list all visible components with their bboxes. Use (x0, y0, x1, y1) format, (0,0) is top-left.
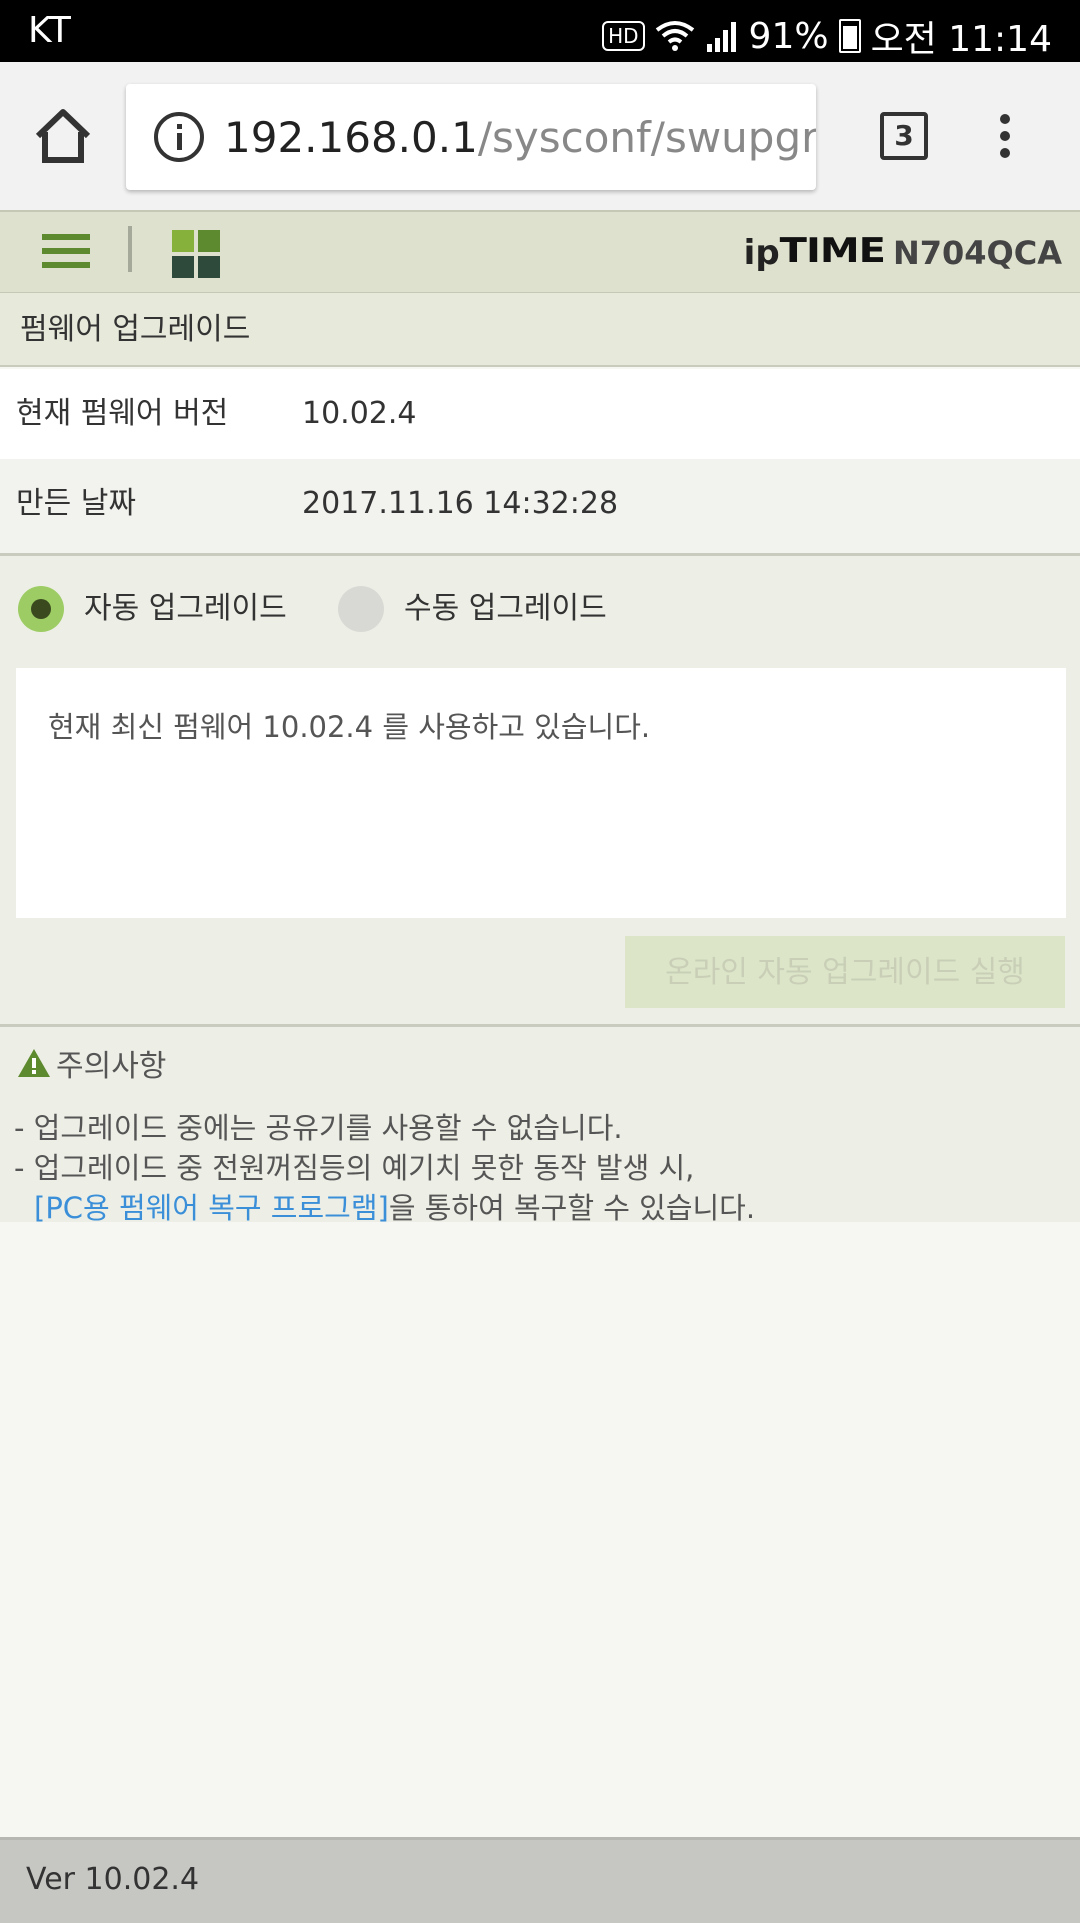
header-divider (128, 226, 132, 272)
battery-percent: 91% (748, 15, 829, 57)
more-menu-icon[interactable] (995, 114, 1015, 164)
footer: Ver 10.02.4 (0, 1837, 1080, 1923)
footer-version: Ver 10.02.4 (26, 1862, 200, 1897)
iptime-logo: ip TIME N704QCA (744, 228, 1062, 274)
status-bar: KT HD 91% 오전 11:14 (0, 0, 1080, 62)
caution-notes: 주의사항 - 업그레이드 중에는 공유기를 사용할 수 없습니다. - 업그레이… (0, 1027, 1080, 1225)
firmware-version-row: 현재 펌웨어 버전 10.02.4 (0, 369, 1080, 459)
battery-icon (838, 19, 861, 53)
url-text[interactable]: 192.168.0.1/sysconf/swupgrade (224, 113, 816, 162)
firmware-version-label: 현재 펌웨어 버전 (16, 396, 229, 431)
page-title: 펌웨어 업그레이드 (0, 293, 1080, 367)
url-path: /sysconf/swupgrade (477, 112, 816, 162)
caution-title: 주의사항 (16, 1041, 166, 1085)
manual-upgrade-label[interactable]: 수동 업그레이드 (404, 588, 607, 630)
status-message: 현재 최신 펌웨어 10.02.4 를 사용하고 있습니다. (48, 710, 651, 744)
note-line-1: - 업그레이드 중에는 공유기를 사용할 수 없습니다. (14, 1111, 623, 1145)
signal-icon (706, 22, 736, 52)
url-host: 192.168.0.1 (224, 112, 478, 162)
manual-upgrade-radio[interactable] (338, 586, 384, 632)
address-bar[interactable]: 192.168.0.1/sysconf/swupgrade (126, 84, 816, 190)
warning-icon (18, 1049, 50, 1077)
grid-apps-icon[interactable] (172, 230, 222, 280)
caution-title-text: 주의사항 (56, 1049, 167, 1084)
brand-ip: ip (743, 233, 780, 273)
wifi-icon (655, 21, 694, 51)
note-line-3: [PC용 펌웨어 복구 프로그램]을 통하여 복구할 수 있습니다. (34, 1185, 755, 1227)
clock: 오전 11:14 (870, 19, 1052, 60)
recovery-program-link[interactable]: [PC용 펌웨어 복구 프로그램] (34, 1191, 389, 1225)
brand-time: TIME (779, 231, 886, 271)
upgrade-panel: 자동 업그레이드 수동 업그레이드 현재 최신 펌웨어 10.02.4 를 사용… (0, 556, 1080, 1027)
app-header: ip TIME N704QCA (0, 210, 1080, 295)
status-icons: HD 91% 오전 11:14 (602, 10, 1052, 62)
auto-upgrade-radio[interactable] (18, 586, 64, 632)
firmware-version-value: 10.02.4 (302, 396, 417, 431)
hd-icon: HD (602, 21, 645, 51)
tab-switcher-button[interactable]: 3 (880, 112, 928, 160)
note-line-2: - 업그레이드 중 전원꺼짐등의 예기치 못한 동작 발생 시, (14, 1151, 695, 1185)
build-date-label: 만든 날짜 (16, 486, 136, 521)
browser-toolbar: 192.168.0.1/sysconf/swupgrade 3 (0, 62, 1080, 210)
status-message-box: 현재 최신 펌웨어 10.02.4 를 사용하고 있습니다. (16, 668, 1066, 918)
home-icon[interactable] (30, 106, 96, 166)
hamburger-menu-icon[interactable] (42, 234, 90, 274)
note-line-3-text: 을 통하여 복구할 수 있습니다. (388, 1191, 756, 1225)
info-icon[interactable] (154, 112, 204, 162)
run-auto-upgrade-button[interactable]: 온라인 자동 업그레이드 실행 (625, 936, 1065, 1008)
build-date-row: 만든 날짜 2017.11.16 14:32:28 (0, 459, 1080, 556)
model-name: N704QCA (892, 234, 1062, 272)
carrier-name: KT (28, 10, 71, 51)
auto-upgrade-label[interactable]: 자동 업그레이드 (84, 588, 287, 630)
build-date-value: 2017.11.16 14:32:28 (302, 486, 619, 521)
